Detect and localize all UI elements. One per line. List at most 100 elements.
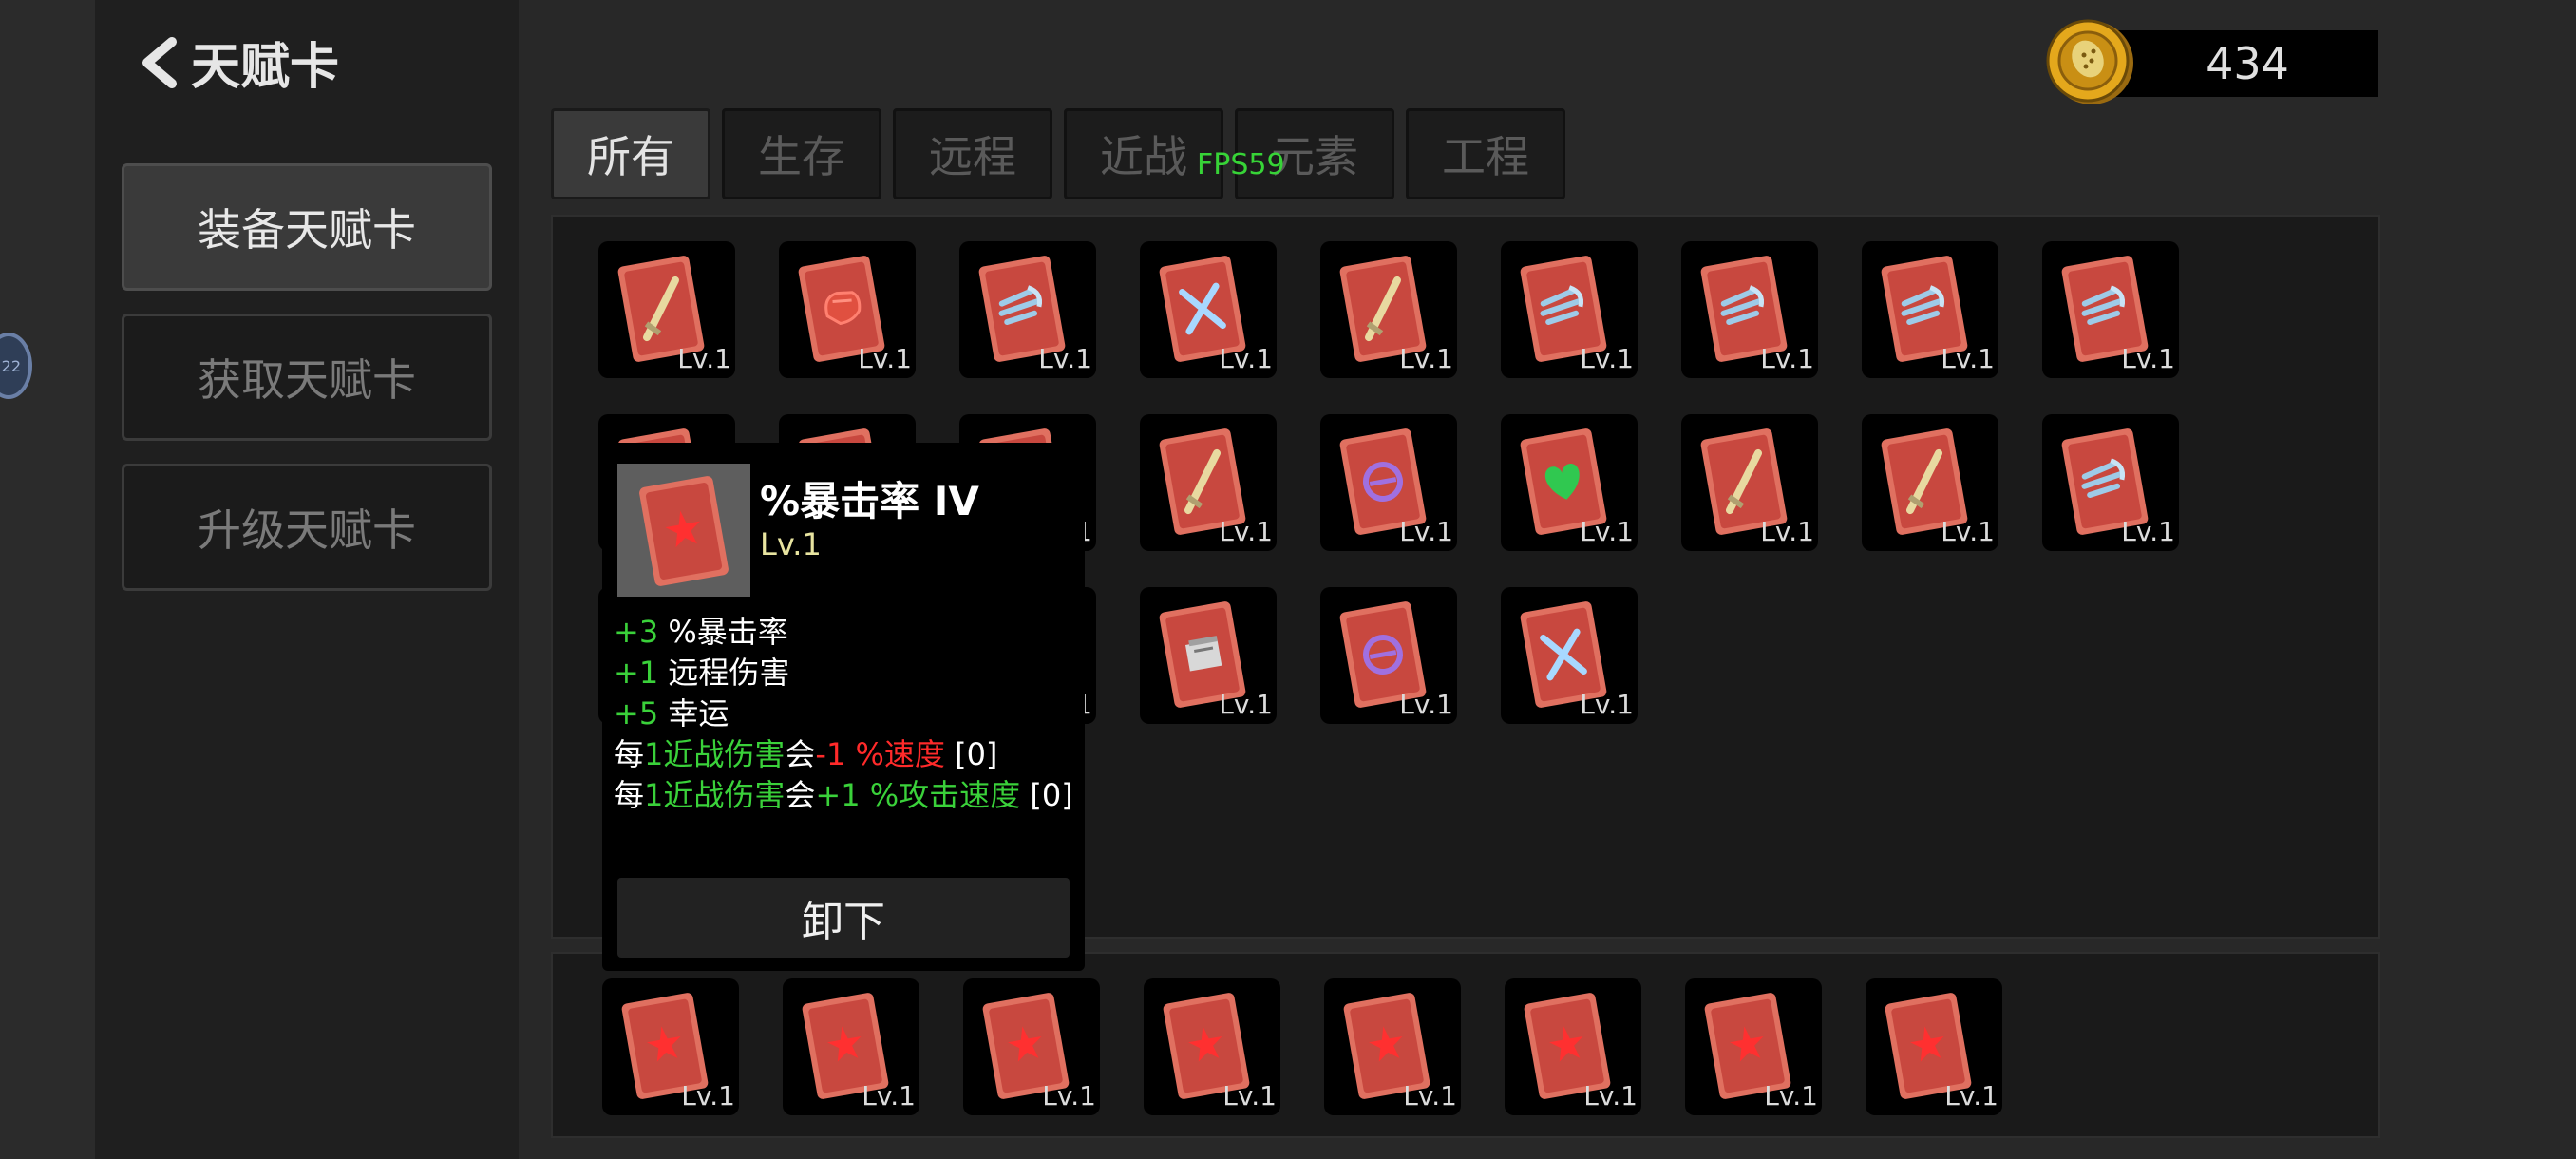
equipped-card-slot[interactable]: Lv.1 bbox=[783, 978, 919, 1115]
upgrade-talent-button[interactable]: 升级天赋卡 bbox=[122, 464, 492, 591]
effect-source: 近战伤害 bbox=[663, 777, 786, 813]
effect-amount: 1 bbox=[644, 736, 664, 772]
tab-ranged[interactable]: 远程 bbox=[893, 108, 1052, 200]
talent-card-slot[interactable]: Lv.1 bbox=[1320, 414, 1457, 551]
card-level: Lv.1 bbox=[1944, 1080, 1998, 1112]
card-level: Lv.1 bbox=[2121, 516, 2175, 547]
tab-engineering-label: 工程 bbox=[1442, 131, 1529, 182]
talent-card-slot[interactable]: Lv.1 bbox=[1501, 414, 1638, 551]
card-level: Lv.1 bbox=[1583, 1080, 1638, 1112]
effect-counter: [0] bbox=[1030, 777, 1073, 813]
card-level: Lv.1 bbox=[1222, 1080, 1277, 1112]
currency-bar: 434 bbox=[2116, 30, 2378, 97]
currency-amount: 434 bbox=[2206, 38, 2289, 89]
card-level: Lv.1 bbox=[1038, 343, 1092, 374]
stat-line: +5 幸运 bbox=[614, 694, 1073, 734]
talent-card-slot[interactable]: Lv.1 bbox=[1681, 241, 1818, 378]
effect-verb: 会 bbox=[785, 736, 816, 772]
talent-card-slot[interactable]: Lv.1 bbox=[1320, 587, 1457, 724]
back-button[interactable]: 天赋卡 bbox=[138, 27, 339, 98]
equipped-card-slot[interactable]: Lv.1 bbox=[1685, 978, 1822, 1115]
card-level: Lv.1 bbox=[1219, 343, 1273, 374]
talent-card-slot[interactable]: Lv.1 bbox=[1501, 241, 1638, 378]
equip-talent-label: 装备天赋卡 bbox=[198, 204, 416, 256]
stat-name: 幸运 bbox=[668, 695, 729, 732]
effect-amount: 1 bbox=[644, 777, 664, 813]
burst-card-icon bbox=[639, 476, 729, 586]
talent-card-slot[interactable]: Lv.1 bbox=[1140, 241, 1277, 378]
stat-line: +1 远程伤害 bbox=[614, 653, 1073, 694]
unequip-label: 卸下 bbox=[802, 898, 885, 946]
category-tabs: 所有 生存 远程 近战 元素 工程 bbox=[551, 108, 1565, 200]
effect-counter: [0] bbox=[955, 736, 998, 772]
effect-delta: +1 %攻击速度 bbox=[815, 777, 1021, 813]
tooltip-stats: +3 %暴击率 +1 远程伤害 +5 幸运 每1近战伤害会-1 %速度 [0] … bbox=[614, 612, 1073, 816]
card-level: Lv.1 bbox=[1399, 516, 1453, 547]
talent-card-slot[interactable]: Lv.1 bbox=[598, 241, 735, 378]
equipped-card-slot[interactable]: Lv.1 bbox=[963, 978, 1100, 1115]
obtain-talent-button[interactable]: 获取天赋卡 bbox=[122, 314, 492, 441]
stat-value: +3 bbox=[614, 614, 659, 650]
tab-survival[interactable]: 生存 bbox=[722, 108, 881, 200]
stat-line: +3 %暴击率 bbox=[614, 612, 1073, 653]
card-level: Lv.1 bbox=[1580, 516, 1634, 547]
talent-card-slot[interactable]: Lv.1 bbox=[779, 241, 916, 378]
badge-text: 22 bbox=[1, 356, 21, 375]
card-level: Lv.1 bbox=[1580, 343, 1634, 374]
talent-card-slot[interactable]: Lv.1 bbox=[1320, 241, 1457, 378]
card-tooltip: %暴击率 IV Lv.1 +3 %暴击率 +1 远程伤害 +5 幸运 每1近战伤… bbox=[602, 443, 1085, 971]
talent-card-slot[interactable]: Lv.1 bbox=[1140, 587, 1277, 724]
card-level: Lv.1 bbox=[2121, 343, 2175, 374]
tab-all-label: 所有 bbox=[587, 131, 674, 182]
equipped-card-slot[interactable]: Lv.1 bbox=[602, 978, 739, 1115]
chevron-left-icon bbox=[142, 36, 177, 88]
stat-name: %暴击率 bbox=[668, 614, 788, 650]
talent-card-slot[interactable]: Lv.1 bbox=[1501, 587, 1638, 724]
stat-value: +1 bbox=[614, 655, 659, 691]
card-level: Lv.1 bbox=[677, 343, 731, 374]
tooltip-title: %暴击率 IV bbox=[760, 478, 979, 524]
equipped-card-slot[interactable]: Lv.1 bbox=[1505, 978, 1641, 1115]
tab-ranged-label: 远程 bbox=[929, 131, 1016, 182]
card-level: Lv.1 bbox=[1941, 343, 1995, 374]
card-level: Lv.1 bbox=[1580, 689, 1634, 720]
equipped-card-slot[interactable]: Lv.1 bbox=[1324, 978, 1461, 1115]
talent-card-slot[interactable]: Lv.1 bbox=[1862, 414, 1998, 551]
page-title: 天赋卡 bbox=[191, 39, 340, 96]
card-level: Lv.1 bbox=[1399, 343, 1453, 374]
equip-talent-button[interactable]: 装备天赋卡 bbox=[122, 163, 492, 291]
equipped-card-slot[interactable]: Lv.1 bbox=[1144, 978, 1280, 1115]
card-level: Lv.1 bbox=[1399, 689, 1453, 720]
talent-card-slot[interactable]: Lv.1 bbox=[2042, 241, 2179, 378]
currency-display: 434 bbox=[2044, 17, 2378, 104]
left-edge-strip bbox=[0, 0, 95, 1159]
stat-value: +5 bbox=[614, 695, 659, 732]
effect-prefix: 每 bbox=[614, 777, 645, 813]
effect-line: 每1近战伤害会+1 %攻击速度 [0] bbox=[614, 775, 1073, 816]
talent-card-slot[interactable]: Lv.1 bbox=[1681, 414, 1818, 551]
tooltip-card-image bbox=[617, 464, 750, 597]
unequip-button[interactable]: 卸下 bbox=[617, 878, 1070, 958]
talent-card-slot[interactable]: Lv.1 bbox=[1862, 241, 1998, 378]
effect-prefix: 每 bbox=[614, 736, 645, 772]
tab-melee-label: 近战 bbox=[1100, 131, 1187, 182]
obtain-talent-label: 获取天赋卡 bbox=[198, 354, 416, 406]
card-level: Lv.1 bbox=[1219, 516, 1273, 547]
stat-name: 远程伤害 bbox=[668, 655, 790, 691]
talent-card-slot[interactable]: Lv.1 bbox=[1140, 414, 1277, 551]
card-level: Lv.1 bbox=[1042, 1080, 1096, 1112]
talent-card-slot[interactable]: Lv.1 bbox=[959, 241, 1096, 378]
card-level: Lv.1 bbox=[862, 1080, 916, 1112]
tab-all[interactable]: 所有 bbox=[551, 108, 710, 200]
talent-card-slot[interactable]: Lv.1 bbox=[2042, 414, 2179, 551]
upgrade-talent-label: 升级天赋卡 bbox=[198, 504, 416, 556]
card-level: Lv.1 bbox=[1760, 516, 1814, 547]
fps-counter: FPS59 bbox=[1197, 148, 1285, 181]
card-level: Lv.1 bbox=[1760, 343, 1814, 374]
gold-coin-icon bbox=[2046, 19, 2133, 104]
card-level: Lv.1 bbox=[858, 343, 912, 374]
equipped-card-slot[interactable]: Lv.1 bbox=[1866, 978, 2002, 1115]
card-level: Lv.1 bbox=[1941, 516, 1995, 547]
effect-source: 近战伤害 bbox=[663, 736, 786, 772]
tab-engineering[interactable]: 工程 bbox=[1406, 108, 1565, 200]
